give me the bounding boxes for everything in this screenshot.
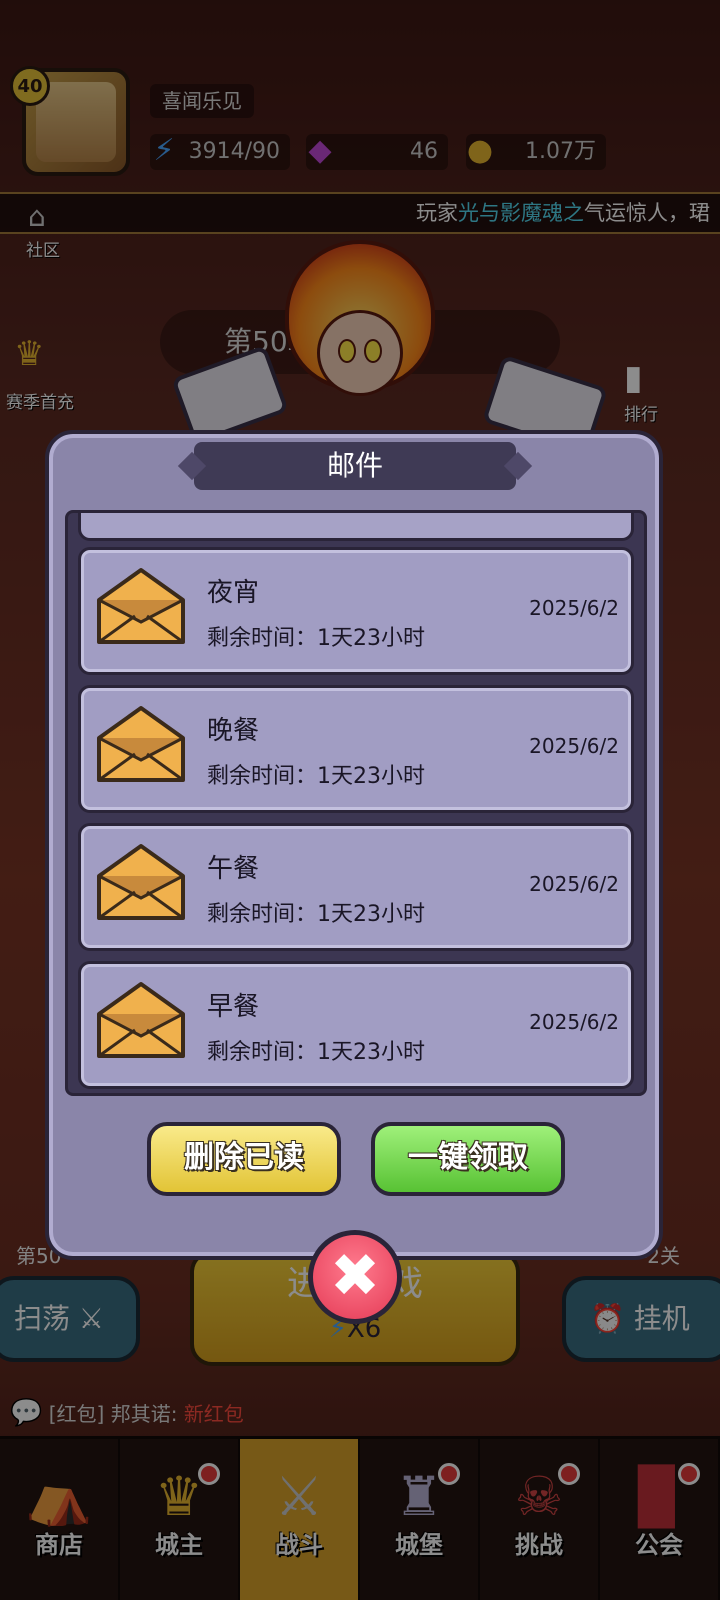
mail-remaining-time: 剩余时间：1天23小时 xyxy=(207,1040,425,1065)
mail-title: 夜宵 xyxy=(207,578,260,608)
mail-date: 2025/6/2 xyxy=(529,596,619,620)
mail-item-partial[interactable] xyxy=(78,513,634,541)
mail-date: 2025/6/2 xyxy=(529,734,619,758)
mail-list[interactable]: 夜宵 剩余时间：1天23小时 2025/6/2 晚餐 剩余时间：1天23小时 2… xyxy=(65,510,647,1096)
mail-title: 晚餐 xyxy=(207,716,260,746)
envelope-icon xyxy=(97,568,185,644)
mail-title: 午餐 xyxy=(207,854,260,884)
mail-item[interactable]: 晚餐 剩余时间：1天23小时 2025/6/2 xyxy=(78,685,634,813)
envelope-icon xyxy=(97,706,185,782)
mail-dialog-title: 邮件 xyxy=(194,442,516,490)
envelope-icon xyxy=(97,844,185,920)
delete-read-button[interactable]: 删除已读 xyxy=(147,1122,341,1196)
mail-item[interactable]: 午餐 剩余时间：1天23小时 2025/6/2 xyxy=(78,823,634,951)
claim-all-button[interactable]: 一键领取 xyxy=(371,1122,565,1196)
envelope-icon xyxy=(97,982,185,1058)
mail-title: 早餐 xyxy=(207,992,260,1022)
mail-date: 2025/6/2 xyxy=(529,1010,619,1034)
mail-item[interactable]: 早餐 剩余时间：1天23小时 2025/6/2 xyxy=(78,961,634,1089)
close-icon[interactable]: ✖ xyxy=(308,1230,402,1324)
mail-date: 2025/6/2 xyxy=(529,872,619,896)
mail-remaining-time: 剩余时间：1天23小时 xyxy=(207,764,425,789)
mail-remaining-time: 剩余时间：1天23小时 xyxy=(207,902,425,927)
mail-dialog: 邮件 夜宵 剩余时间：1天23小时 2025/6/2 晚餐 剩余时间：1天23小… xyxy=(45,430,663,1260)
mail-item[interactable]: 夜宵 剩余时间：1天23小时 2025/6/2 xyxy=(78,547,634,675)
mail-remaining-time: 剩余时间：1天23小时 xyxy=(207,626,425,651)
